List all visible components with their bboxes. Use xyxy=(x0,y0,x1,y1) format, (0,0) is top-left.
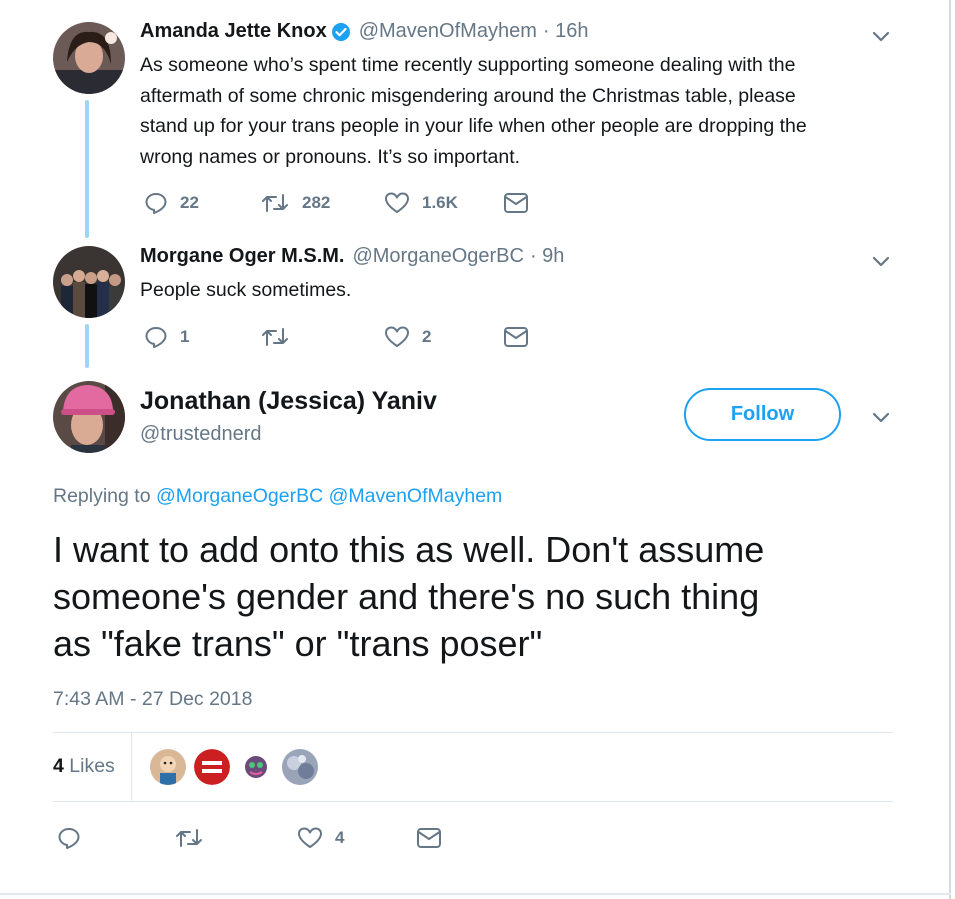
direct-message-button[interactable] xyxy=(503,192,529,214)
tweet-text-line: aftermath of some chronic misgendering a… xyxy=(140,84,796,107)
envelope-icon xyxy=(417,828,441,848)
verified-badge-icon xyxy=(331,22,351,42)
main-author-name[interactable]: Jonathan (Jessica) Yaniv xyxy=(140,387,437,416)
chevron-down-icon[interactable] xyxy=(870,251,892,273)
liker-avatar[interactable] xyxy=(150,749,186,785)
retweet-button[interactable]: 282 xyxy=(260,191,330,215)
tweet1-text: As someone who’s spent time recently sup… xyxy=(140,50,900,172)
avatar-jonathan[interactable] xyxy=(53,381,125,453)
retweet-button[interactable] xyxy=(174,826,204,850)
divider xyxy=(53,732,893,733)
author-name[interactable]: Morgane Oger M.S.M. xyxy=(140,245,344,268)
thread-connector-line xyxy=(85,100,89,238)
reply-icon xyxy=(58,828,80,849)
avatar-amanda[interactable] xyxy=(53,22,125,94)
avatar-morgane[interactable] xyxy=(53,246,125,318)
replying-to-line: Replying to @MorganeOgerBC @MavenOfMayhe… xyxy=(53,485,502,508)
tweet-text-line: someone's gender and there's no such thi… xyxy=(53,576,760,617)
author-handle[interactable]: @MavenOfMayhem xyxy=(359,20,537,43)
likes-count: 4 xyxy=(53,755,64,777)
retweet-icon xyxy=(262,194,288,212)
retweet-icon xyxy=(262,328,288,346)
window-bottom-border xyxy=(0,893,951,895)
likes-label: Likes xyxy=(69,755,115,777)
tweet-time[interactable]: · 9h xyxy=(530,245,564,268)
chevron-down-icon[interactable] xyxy=(870,26,892,48)
reply-count: 22 xyxy=(180,193,199,212)
mention-link[interactable]: @MorganeOgerBC xyxy=(156,485,323,507)
stats-separator xyxy=(131,733,132,801)
tweet-text-line: as "fake trans" or "trans poser" xyxy=(53,623,543,664)
window-right-border xyxy=(949,0,951,899)
like-count: 4 xyxy=(335,828,345,847)
like-count: 1.6K xyxy=(422,193,458,212)
liker-avatar[interactable] xyxy=(194,749,230,785)
tweet-timestamp[interactable]: 7:43 AM - 27 Dec 2018 xyxy=(53,688,252,711)
author-name[interactable]: Amanda Jette Knox xyxy=(140,20,327,43)
follow-button[interactable]: Follow xyxy=(684,388,841,441)
tweet2-header: Morgane Oger M.S.M. @MorganeOgerBC · 9h xyxy=(140,245,564,268)
tweet-text-line: stand up for your trans people in your l… xyxy=(140,115,807,137)
like-count: 2 xyxy=(422,327,432,346)
heart-icon xyxy=(298,827,322,848)
heart-icon xyxy=(385,192,409,213)
reply-button[interactable]: 1 xyxy=(144,325,189,349)
reply-icon xyxy=(145,193,167,214)
divider xyxy=(53,801,893,802)
reply-icon xyxy=(145,327,167,348)
retweet-count: 282 xyxy=(302,193,331,212)
replying-to-label: Replying to xyxy=(53,485,151,507)
heart-icon xyxy=(385,326,409,347)
retweet-button[interactable] xyxy=(260,325,302,349)
direct-message-button[interactable] xyxy=(416,827,442,849)
like-button[interactable]: 1.6K xyxy=(384,191,458,215)
tweet-text-line: I want to add onto this as well. Don't a… xyxy=(53,529,765,570)
direct-message-button[interactable] xyxy=(503,326,529,348)
tweet-time[interactable]: · 16h xyxy=(543,20,589,43)
chevron-down-icon[interactable] xyxy=(870,407,892,429)
tweet-text-line: As someone who’s spent time recently sup… xyxy=(140,54,796,76)
author-handle[interactable]: @MorganeOgerBC xyxy=(352,245,523,268)
envelope-icon xyxy=(504,193,528,213)
like-button[interactable]: 4 xyxy=(297,826,344,850)
likes-stat[interactable]: 4 Likes xyxy=(53,755,115,778)
liker-avatar[interactable] xyxy=(282,749,318,785)
thread-connector-line xyxy=(85,324,89,368)
retweet-icon xyxy=(176,829,202,847)
main-tweet-text: I want to add onto this as well. Don't a… xyxy=(53,526,764,667)
mention-link[interactable]: @MavenOfMayhem xyxy=(329,485,503,507)
like-button[interactable]: 2 xyxy=(384,325,431,349)
liker-avatar[interactable] xyxy=(238,749,274,785)
reply-button[interactable] xyxy=(57,826,81,850)
reply-count: 1 xyxy=(180,327,190,346)
reply-button[interactable]: 22 xyxy=(144,191,199,215)
tweet1-header: Amanda Jette Knox @MavenOfMayhem · 16h xyxy=(140,20,588,43)
main-author-handle[interactable]: @trustednerd xyxy=(140,423,261,446)
tweet-text-line: wrong names or pronouns. It’s so importa… xyxy=(140,145,521,168)
envelope-icon xyxy=(504,327,528,347)
tweet2-text: People suck sometimes. xyxy=(140,279,352,301)
